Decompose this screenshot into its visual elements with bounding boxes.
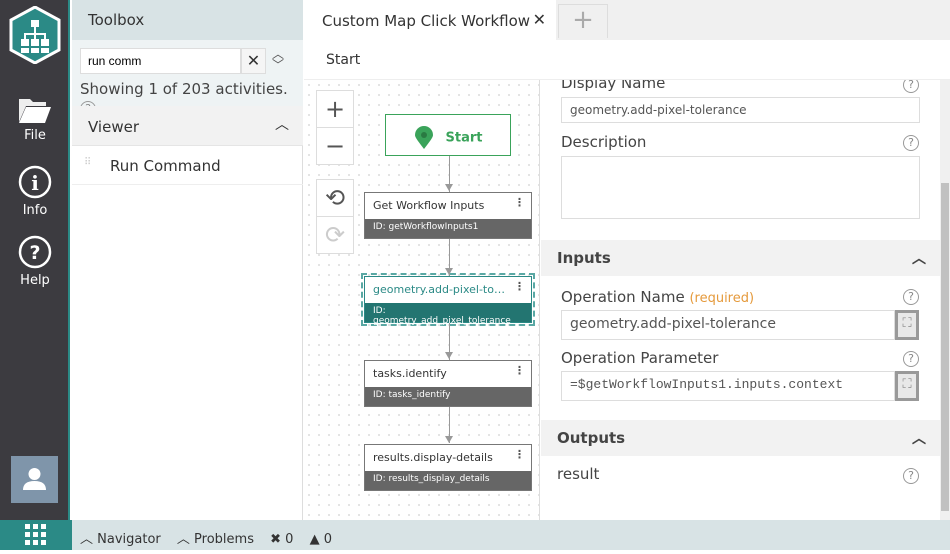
properties-panel: Display Name ? geometry.add-pixel-tolera… [541,80,940,520]
output-result-label: result [557,465,600,483]
error-count-text: 0 [285,532,294,547]
node-title: tasks.identify [373,367,447,380]
nav-label: Info [22,203,48,218]
zoom-in-button[interactable]: + [316,90,354,128]
navigator-label: Navigator [97,532,161,547]
description-label: Description [561,133,647,151]
nav-help[interactable]: ? Help [0,235,70,288]
operation-name-label: Operation Name (required) [561,288,754,306]
operation-parameter-label: Operation Parameter [561,349,719,367]
redo-button[interactable]: ⟳ [316,216,354,254]
group-title: Viewer [88,118,139,136]
app-nav: File i Info ? Help [0,0,70,520]
start-label: Start [445,130,483,146]
toolbox-title: Toolbox [72,0,303,40]
expression-picker-icon[interactable]: ⛶ [895,310,919,340]
results-count-text: Showing 1 of 203 activities. [80,80,288,98]
apps-button[interactable] [0,520,72,550]
start-node[interactable]: Start [385,114,511,156]
info-icon: i [18,165,52,199]
warning-count-text: 0 [323,532,332,547]
workflow-node-selected[interactable]: geometry.add-pixel-tolerance⋮ ID: geometr… [361,273,535,326]
operation-parameter-input[interactable]: =$getWorkflowInputs1.inputs.context [561,371,895,401]
app-logo-icon[interactable] [9,6,61,64]
toolbox-search-area: ✕ ︿﹀ Showing 1 of 203 activities. ? [72,40,303,117]
svg-text:?: ? [29,242,40,264]
help-icon: ? [18,235,52,269]
node-title: results.display-details [373,451,493,464]
workflow-node[interactable]: Get Workflow Inputs ⋮ ID: getWorkflowInput… [364,192,532,239]
user-avatar[interactable] [11,456,58,503]
node-id: ID: geometry_add_pixel_tolerance [365,303,531,326]
zoom-out-button[interactable]: − [316,127,354,165]
node-title: geometry.add-pixel-tolerance [373,283,515,296]
more-icon[interactable]: ⋮ [514,280,525,293]
warning-icon: ▲ [309,532,320,547]
activity-label: Run Command [110,157,221,175]
nav-label: Help [20,273,50,288]
toolbox-search-input[interactable] [80,48,241,74]
grid-icon [25,524,46,545]
section-title: Inputs [557,249,611,267]
problems-toggle[interactable]: ︿ Problems [177,532,260,547]
breadcrumb[interactable]: Start [304,40,950,80]
nav-file[interactable]: File [0,96,70,143]
group-viewer[interactable]: Viewer ︿ [72,106,303,146]
expand-collapse-icon[interactable]: ︿ ﹀ [272,48,284,71]
clear-search-button[interactable]: ✕ [241,48,266,74]
drag-handle-icon[interactable]: ⠿ [84,157,91,168]
help-icon[interactable]: ? [903,468,919,484]
workflow-canvas[interactable]: + − ⟲ ⟳ Start Get Workflow Inputs ⋮ ID: ge… [304,80,540,520]
operation-name-input[interactable]: geometry.add-pixel-tolerance [561,310,895,340]
undo-button[interactable]: ⟲ [316,179,354,217]
folder-icon [19,99,51,123]
section-title: Outputs [557,429,626,447]
activity-run-command[interactable]: ⠿ Run Command [72,147,303,185]
help-icon[interactable]: ? [903,289,919,305]
display-name-input[interactable]: geometry.add-pixel-tolerance [561,97,920,123]
user-icon [23,468,46,490]
display-name-label: Display Name [561,80,666,92]
more-icon[interactable]: ⋮ [514,448,525,461]
tab-workflow[interactable]: Custom Map Click Workflow ✕ [304,0,556,40]
svg-text:i: i [31,171,39,195]
properties-scrollbar[interactable] [940,80,950,520]
nav-label: File [24,128,46,143]
node-id: ID: getWorkflowInputs1 [365,219,531,238]
tab-label: Custom Map Click Workflow [322,12,531,30]
problems-label: Problems [194,532,254,547]
workflow-node[interactable]: results.display-details ⋮ ID: results_disp… [364,444,532,491]
navigator-toggle[interactable]: ︿ Navigator [80,532,167,547]
workflow-node[interactable]: tasks.identify ⋮ ID: tasks_identify [364,360,532,407]
help-icon[interactable]: ? [903,135,919,151]
chevron-up-icon: ︿ [912,251,926,267]
error-icon: ✖ [270,532,282,547]
tab-bar: Custom Map Click Workflow ✕ + [304,0,950,40]
close-icon[interactable]: ✕ [533,10,546,29]
help-icon[interactable]: ? [903,351,919,367]
error-count[interactable]: ✖ 0 [270,532,299,547]
nav-info[interactable]: i Info [0,165,70,218]
more-icon[interactable]: ⋮ [514,364,525,377]
inputs-section-header[interactable]: Inputs ︿ [541,240,940,276]
description-textarea[interactable] [561,156,920,219]
warning-count[interactable]: ▲ 0 [310,532,338,547]
map-pin-icon [414,126,433,149]
outputs-section-header[interactable]: Outputs ︿ [541,420,940,456]
expression-picker-icon[interactable]: ⛶ [895,371,919,401]
chevron-up-icon: ︿ [912,431,926,447]
more-icon[interactable]: ⋮ [514,196,525,209]
toolbox-panel: Toolbox ✕ ︿﹀ Showing 1 of 203 activities… [72,0,303,520]
node-id: ID: results_display_details [365,471,531,490]
scrollbar-thumb[interactable] [941,183,949,511]
new-tab-button[interactable]: + [558,4,608,38]
node-title: Get Workflow Inputs [373,199,485,212]
help-icon[interactable]: ? [903,80,919,93]
label-text: Operation Name [561,288,685,306]
node-id: ID: tasks_identify [365,387,531,406]
status-bar: ︿ Navigator ︿ Problems ✖ 0 ▲ 0 [72,520,950,550]
chevron-up-icon: ︿ [275,117,289,133]
required-tag: (required) [689,291,755,306]
